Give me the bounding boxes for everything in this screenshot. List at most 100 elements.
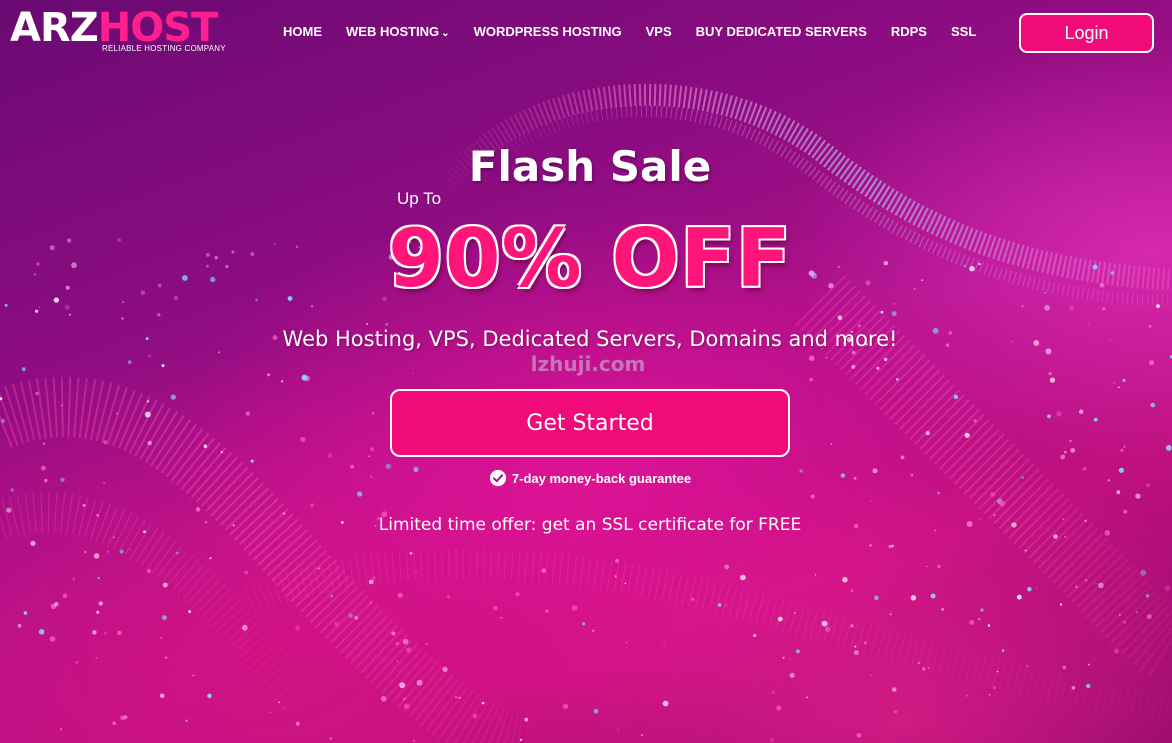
- sparkle-particle: [144, 411, 151, 418]
- sparkle-particle: [185, 719, 188, 722]
- sparkle-particle: [35, 391, 39, 396]
- sparkle-particle: [472, 713, 478, 719]
- sparkle-particle: [1047, 414, 1051, 419]
- sparkle-particle: [72, 577, 76, 581]
- login-button[interactable]: Login: [1019, 13, 1154, 53]
- sparkle-particle: [663, 644, 666, 647]
- nav-item-wordpress-hosting[interactable]: WORDPRESS HOSTING: [474, 23, 622, 43]
- guarantee-note: 7-day money-back guarantee: [0, 469, 1172, 487]
- sparkle-particle: [92, 630, 97, 635]
- sparkle-particle: [188, 610, 192, 614]
- sparkle-particle: [348, 613, 354, 619]
- sparkle-particle: [370, 447, 374, 451]
- nav-item-rdps[interactable]: RDPS: [891, 23, 927, 43]
- sparkle-particle: [104, 631, 107, 635]
- hero-prefix: Up To: [397, 189, 442, 208]
- sparkle-particle: [795, 649, 801, 654]
- sparkle-particle: [195, 507, 201, 512]
- sparkle-particle: [964, 432, 970, 438]
- sparkle-particle: [1035, 586, 1039, 589]
- sparkle-particle: [524, 717, 529, 722]
- sparkle-particle: [891, 311, 897, 317]
- sparkle-particle: [980, 608, 984, 612]
- sparkle-particle: [369, 602, 372, 604]
- nav-item-ssl[interactable]: SSL: [951, 23, 976, 43]
- sparkle-particle: [64, 304, 70, 310]
- sparkle-particle: [900, 455, 905, 460]
- sparkle-particle: [396, 660, 399, 663]
- nav-item-vps[interactable]: VPS: [646, 23, 672, 43]
- sparkle-particle: [996, 670, 999, 673]
- sparkle-particle: [42, 442, 46, 446]
- sparkle-particle: [115, 412, 119, 415]
- sparkle-particle: [1079, 409, 1084, 414]
- sparkle-particle: [157, 313, 161, 317]
- sparkle-particle: [615, 559, 619, 563]
- sparkle-particle: [850, 589, 854, 593]
- sparkle-particle: [117, 630, 122, 636]
- sparkle-particle: [1165, 445, 1172, 451]
- sparkle-particle: [853, 650, 859, 656]
- sparkle-particle: [1120, 448, 1124, 452]
- sparkle-particle: [740, 574, 746, 581]
- nav-item-home[interactable]: HOME: [283, 23, 322, 43]
- sparkle-particle: [910, 595, 917, 601]
- sparkle-particle: [164, 656, 168, 659]
- sparkle-particle: [1069, 439, 1072, 443]
- sparkle-particle: [175, 551, 179, 555]
- sparkle-particle: [869, 544, 872, 547]
- chevron-down-icon: ⌄: [441, 28, 450, 39]
- sparkle-particle: [310, 304, 314, 308]
- sparkle-particle: [863, 641, 867, 645]
- arzhost-logo[interactable]: ARZHOST RELIABLE HOSTING COMPANY: [10, 8, 226, 56]
- sparkle-particle: [993, 686, 996, 690]
- sparkle-particle: [1095, 582, 1097, 585]
- sparkle-particle: [789, 672, 795, 678]
- sparkle-particle: [406, 647, 412, 653]
- sparkle-particle: [625, 641, 628, 644]
- sparkle-particle: [1084, 578, 1088, 582]
- sparkle-particle: [1021, 305, 1024, 308]
- sparkle-particle: [1123, 446, 1126, 448]
- sparkle-particle: [446, 595, 451, 599]
- sparkle-particle: [837, 315, 843, 321]
- sparkle-particle: [1123, 509, 1128, 514]
- sparkle-particle: [250, 459, 254, 463]
- nav-item-web-hosting[interactable]: WEB HOSTING ⌄: [346, 23, 450, 43]
- sparkle-particle: [541, 568, 547, 573]
- sparkle-particle: [1062, 665, 1067, 670]
- sparkle-particle: [1164, 585, 1171, 592]
- sparkle-particle: [776, 705, 782, 711]
- sparkle-particle: [277, 701, 280, 704]
- sparkle-particle: [917, 661, 921, 665]
- sparkle-particle: [1056, 411, 1062, 417]
- sparkle-particle: [922, 667, 926, 671]
- sparkle-particle: [842, 576, 848, 583]
- sparkle-particle: [35, 309, 39, 313]
- hero-headline: Flash Sale: [468, 142, 712, 191]
- sparkle-particle: [330, 594, 334, 598]
- sparkle-particle: [821, 620, 828, 627]
- get-started-button[interactable]: Get Started: [390, 389, 790, 457]
- sparkle-particle: [23, 611, 28, 615]
- sparkle-particle: [562, 703, 569, 710]
- sparkle-particle: [60, 728, 63, 731]
- sparkle-particle: [1093, 417, 1098, 422]
- sparkle-particle: [978, 618, 981, 621]
- sparkle-particle: [442, 666, 448, 672]
- site-header: ARZHOST RELIABLE HOSTING COMPANY HOME WE…: [0, 0, 1172, 66]
- sparkle-particle: [782, 656, 785, 659]
- nav-item-dedicated-servers[interactable]: BUY DEDICATED SERVERS: [696, 23, 867, 43]
- sparkle-particle: [162, 582, 168, 588]
- sparkle-particle: [112, 721, 116, 725]
- sparkle-particle: [988, 693, 991, 696]
- sparkle-particle: [203, 444, 208, 449]
- sparkle-particle: [146, 400, 150, 403]
- sparkle-particle: [113, 536, 115, 539]
- sparkle-particle: [519, 738, 523, 742]
- sparkle-particle: [98, 601, 104, 606]
- sparkle-particle: [68, 313, 72, 316]
- sparkle-particle: [1024, 549, 1027, 552]
- sparkle-particle: [937, 564, 941, 569]
- sparkle-particle: [425, 642, 428, 646]
